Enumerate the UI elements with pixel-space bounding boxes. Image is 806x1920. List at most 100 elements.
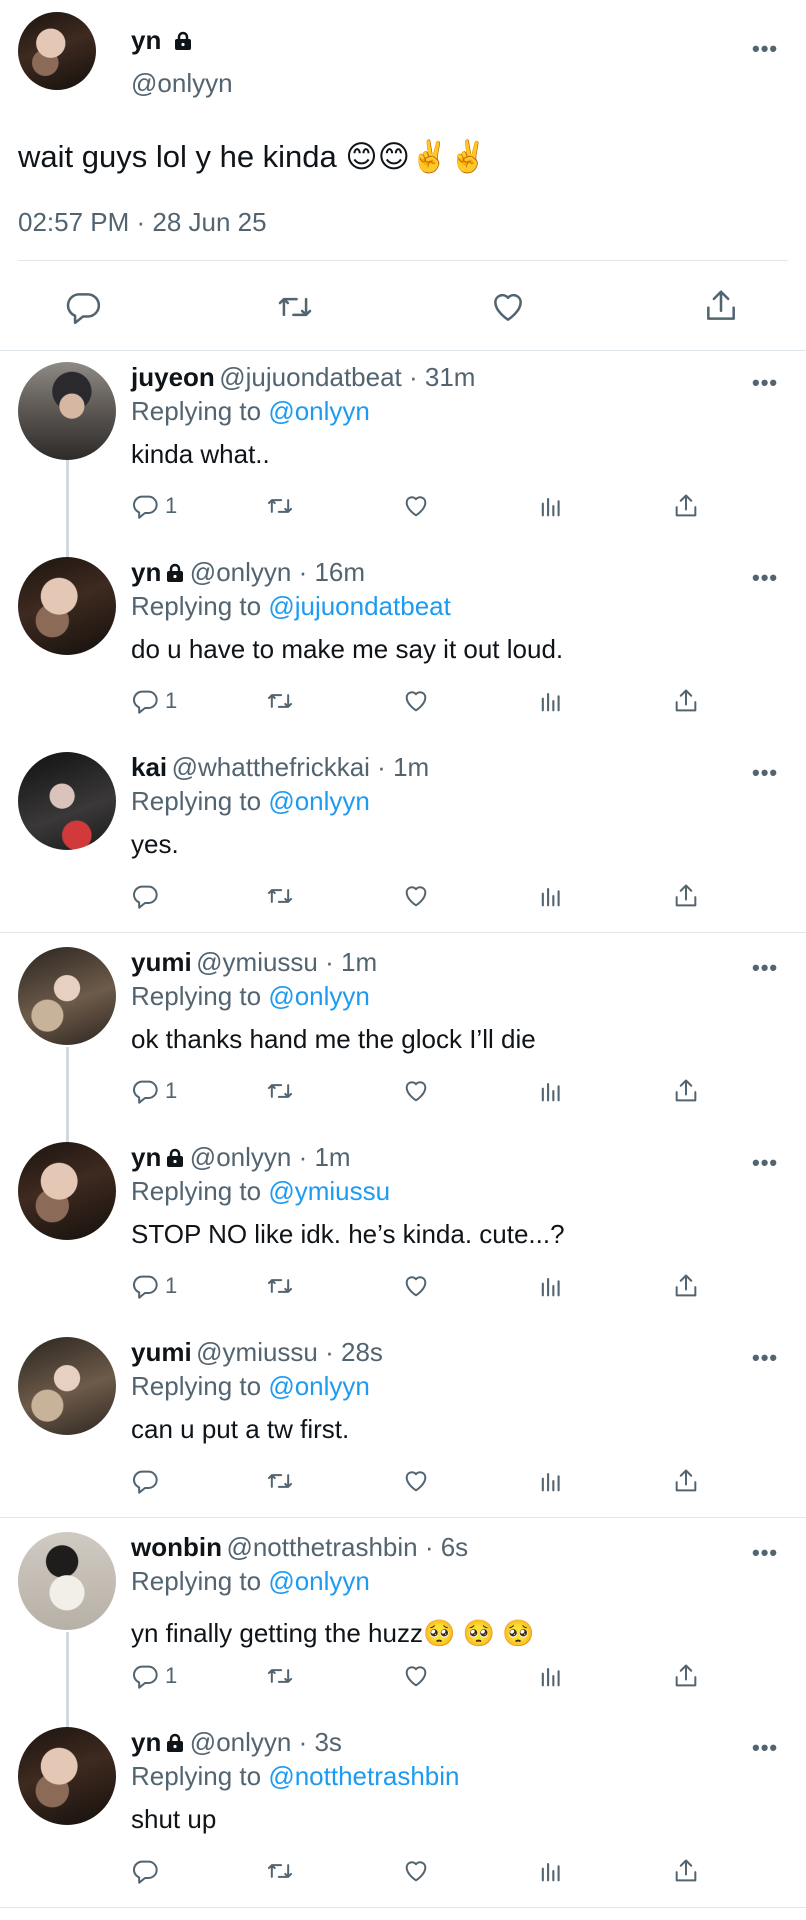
views-action[interactable] bbox=[537, 687, 565, 715]
share-icon[interactable] bbox=[672, 492, 700, 520]
reply-icon[interactable] bbox=[131, 1077, 159, 1105]
more-icon[interactable]: ••• bbox=[752, 1540, 778, 1566]
reply-icon[interactable] bbox=[131, 1467, 159, 1495]
heart-icon[interactable] bbox=[402, 1662, 430, 1690]
retweet-icon[interactable] bbox=[266, 1272, 294, 1300]
reply-action[interactable]: 1 bbox=[131, 687, 177, 715]
retweet-icon[interactable] bbox=[266, 1467, 294, 1495]
avatar[interactable] bbox=[18, 947, 116, 1045]
reply-author-name[interactable]: yn bbox=[131, 557, 161, 587]
retweet-action[interactable] bbox=[266, 1467, 294, 1495]
views-icon[interactable] bbox=[537, 1272, 565, 1300]
avatar[interactable] bbox=[18, 12, 96, 90]
reply-author-meta[interactable]: @onlyyn · 16m bbox=[190, 557, 365, 587]
reply-author-name[interactable]: wonbin bbox=[131, 1532, 222, 1562]
reply-icon[interactable] bbox=[131, 1272, 159, 1300]
heart-icon[interactable] bbox=[489, 288, 527, 326]
mention-link[interactable]: @onlyyn bbox=[268, 981, 370, 1011]
more-icon[interactable]: ••• bbox=[752, 36, 778, 62]
share-action[interactable] bbox=[672, 492, 700, 520]
retweet-action[interactable] bbox=[266, 1857, 294, 1885]
avatar[interactable] bbox=[18, 752, 116, 850]
reply-icon[interactable] bbox=[131, 492, 159, 520]
views-action[interactable] bbox=[537, 1857, 565, 1885]
reply-author-meta[interactable]: @notthetrashbin · 6s bbox=[226, 1532, 468, 1562]
heart-action[interactable] bbox=[402, 1077, 430, 1105]
mention-link[interactable]: @notthetrashbin bbox=[268, 1761, 459, 1791]
views-icon[interactable] bbox=[537, 687, 565, 715]
reply-action[interactable]: 1 bbox=[131, 1272, 177, 1300]
heart-icon[interactable] bbox=[402, 882, 430, 910]
mention-link[interactable]: @jujuondatbeat bbox=[268, 591, 451, 621]
views-action[interactable] bbox=[537, 1467, 565, 1495]
heart-action[interactable] bbox=[402, 492, 430, 520]
reply-author-meta[interactable]: @onlyyn · 3s bbox=[190, 1727, 342, 1757]
share-action[interactable] bbox=[672, 1857, 700, 1885]
heart-icon[interactable] bbox=[402, 1272, 430, 1300]
main-tweet-name[interactable]: yn bbox=[131, 25, 193, 56]
retweet-action[interactable] bbox=[266, 1077, 294, 1105]
retweet-icon[interactable] bbox=[266, 687, 294, 715]
heart-action[interactable] bbox=[402, 1662, 430, 1690]
views-icon[interactable] bbox=[537, 1077, 565, 1105]
share-icon[interactable] bbox=[672, 1467, 700, 1495]
views-icon[interactable] bbox=[537, 882, 565, 910]
reply-author-name[interactable]: yumi bbox=[131, 947, 192, 977]
mention-link[interactable]: @onlyyn bbox=[268, 396, 370, 426]
views-icon[interactable] bbox=[537, 1467, 565, 1495]
avatar[interactable] bbox=[18, 362, 116, 460]
views-action[interactable] bbox=[537, 1662, 565, 1690]
views-icon[interactable] bbox=[537, 1857, 565, 1885]
reply-author-meta[interactable]: @onlyyn · 1m bbox=[190, 1142, 351, 1172]
mention-link[interactable]: @onlyyn bbox=[268, 1566, 370, 1596]
more-icon[interactable]: ••• bbox=[752, 760, 778, 786]
avatar[interactable] bbox=[18, 1532, 116, 1630]
reply-author-name[interactable]: yn bbox=[131, 1142, 161, 1172]
heart-icon[interactable] bbox=[402, 1077, 430, 1105]
retweet-icon[interactable] bbox=[275, 288, 315, 326]
mention-link[interactable]: @ymiussu bbox=[268, 1176, 390, 1206]
heart-action[interactable] bbox=[402, 687, 430, 715]
retweet-icon[interactable] bbox=[266, 1077, 294, 1105]
views-icon[interactable] bbox=[537, 1662, 565, 1690]
reply-action[interactable] bbox=[131, 1857, 165, 1885]
heart-action[interactable] bbox=[402, 1467, 430, 1495]
retweet-icon[interactable] bbox=[266, 1857, 294, 1885]
more-icon[interactable]: ••• bbox=[752, 565, 778, 591]
mention-link[interactable]: @onlyyn bbox=[268, 786, 370, 816]
heart-action[interactable] bbox=[402, 1857, 430, 1885]
main-tweet-timestamp[interactable]: 02:57 PM · 28 Jun 25 bbox=[18, 207, 267, 238]
retweet-action[interactable] bbox=[266, 1272, 294, 1300]
share-action[interactable] bbox=[672, 1077, 700, 1105]
more-icon[interactable]: ••• bbox=[752, 1735, 778, 1761]
retweet-icon[interactable] bbox=[266, 492, 294, 520]
heart-action[interactable] bbox=[402, 1272, 430, 1300]
heart-icon[interactable] bbox=[402, 687, 430, 715]
share-icon[interactable] bbox=[672, 1662, 700, 1690]
more-icon[interactable]: ••• bbox=[752, 1150, 778, 1176]
reply-icon[interactable] bbox=[131, 1857, 159, 1885]
reply-author-meta[interactable]: @ymiussu · 28s bbox=[196, 1337, 383, 1367]
share-icon[interactable] bbox=[672, 687, 700, 715]
reply-author-name[interactable]: yumi bbox=[131, 1337, 192, 1367]
reply-author-meta[interactable]: @jujuondatbeat · 31m bbox=[219, 362, 475, 392]
share-action[interactable] bbox=[672, 687, 700, 715]
avatar[interactable] bbox=[18, 557, 116, 655]
mention-link[interactable]: @onlyyn bbox=[268, 1371, 370, 1401]
share-action[interactable] bbox=[672, 1662, 700, 1690]
retweet-icon[interactable] bbox=[266, 1662, 294, 1690]
avatar[interactable] bbox=[18, 1337, 116, 1435]
views-action[interactable] bbox=[537, 1077, 565, 1105]
more-icon[interactable]: ••• bbox=[752, 370, 778, 396]
share-icon[interactable] bbox=[672, 1272, 700, 1300]
retweet-icon[interactable] bbox=[266, 882, 294, 910]
views-action[interactable] bbox=[537, 1272, 565, 1300]
reply-action[interactable]: 1 bbox=[131, 1077, 177, 1105]
heart-icon[interactable] bbox=[402, 1467, 430, 1495]
avatar[interactable] bbox=[18, 1142, 116, 1240]
reply-action[interactable] bbox=[131, 1467, 165, 1495]
main-tweet-handle[interactable]: @onlyyn bbox=[131, 68, 233, 99]
retweet-action[interactable] bbox=[266, 1662, 294, 1690]
reply-icon[interactable] bbox=[131, 882, 159, 910]
heart-icon[interactable] bbox=[402, 492, 430, 520]
